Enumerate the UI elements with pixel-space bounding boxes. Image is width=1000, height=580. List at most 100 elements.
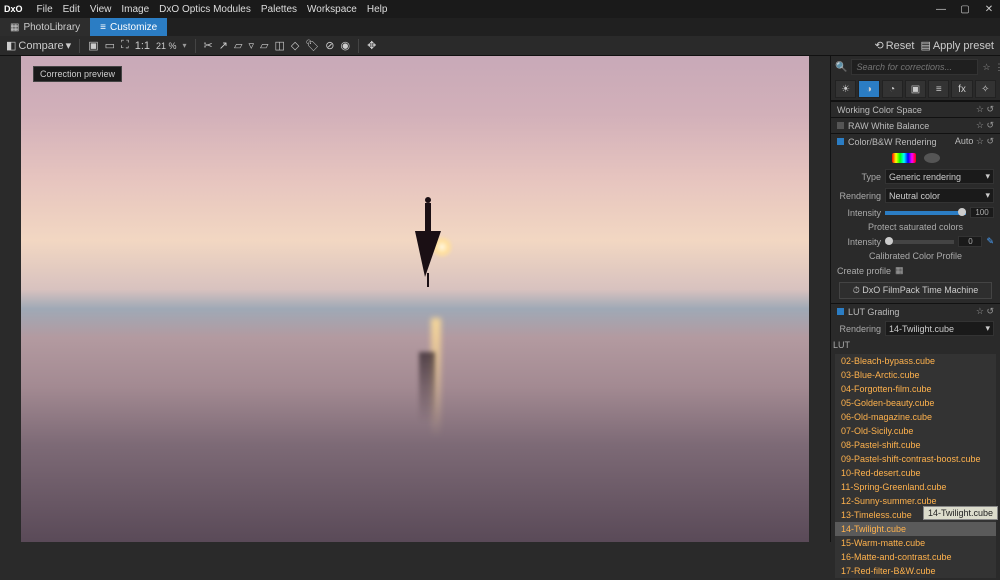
crop-view-icon[interactable]: ⛶ (121, 39, 129, 52)
lut-item[interactable]: 06-Old-magazine.cube (835, 410, 996, 424)
compare-button[interactable]: ◧ Compare ▾ (6, 39, 71, 52)
lut-item[interactable]: 05-Golden-beauty.cube (835, 396, 996, 410)
palette-tab-effects[interactable]: ✧ (975, 80, 996, 98)
eye-tool-icon[interactable]: ◉ (341, 39, 351, 52)
chevron-down-icon: ▾ (985, 190, 990, 201)
star-icon[interactable]: ☆ (982, 62, 990, 73)
rawwb-label: RAW White Balance (848, 121, 929, 131)
reshape-tool-icon[interactable]: ◫ (274, 39, 284, 52)
menu-workspace[interactable]: Workspace (307, 4, 357, 15)
app-logo: DxO (4, 4, 23, 14)
time-machine-button[interactable]: ⏱ DxO FilmPack Time Machine (839, 282, 991, 299)
panel-raw-white-balance: RAW White Balance ☆ ↺ (831, 117, 1000, 133)
picker-tool-icon[interactable]: ↗ (219, 39, 228, 52)
create-profile-label: Create profile (837, 266, 891, 276)
fit-screen-icon[interactable]: ▣ (88, 39, 98, 52)
reset-icon[interactable]: ↺ (986, 104, 994, 114)
lut-rendering-select[interactable]: 14-Twilight.cube▾ (885, 321, 994, 336)
intensity2-slider[interactable] (885, 240, 954, 244)
grid-view-icon[interactable]: ▭ (105, 39, 115, 52)
lut-item[interactable]: 02-Bleach-bypass.cube (835, 354, 996, 368)
tag-tool-icon[interactable]: 🏷 (305, 39, 319, 52)
chevron-down-icon[interactable]: ▾ (183, 41, 187, 50)
palette-tab-watermark[interactable]: fx (951, 80, 972, 98)
intensity-slider[interactable] (885, 211, 966, 215)
lut-item[interactable]: 04-Forgotten-film.cube (835, 382, 996, 396)
palette-tab-geometry[interactable]: ▣ (905, 80, 926, 98)
maximize-icon[interactable]: ▢ (958, 4, 972, 15)
lut-item[interactable]: 08-Pastel-shift.cube (835, 438, 996, 452)
zoom-level[interactable]: 21 % (156, 41, 177, 51)
palette-tab-color[interactable]: ◑ (858, 80, 879, 98)
menu-icon[interactable]: ⋮ (995, 62, 1000, 73)
move-tool-icon[interactable]: ✥ (367, 39, 376, 52)
toggle-on-icon[interactable] (837, 308, 844, 315)
menu-file[interactable]: File (37, 4, 53, 15)
lut-item[interactable]: 10-Red-desert.cube (835, 466, 996, 480)
toggle-on-icon[interactable] (837, 138, 844, 145)
color-mode-swatch[interactable] (892, 153, 916, 163)
minimize-icon[interactable]: — (934, 4, 948, 15)
rendering-select[interactable]: Neutral color▾ (885, 188, 994, 203)
auto-label[interactable]: Auto (955, 136, 974, 146)
reset-icon[interactable]: ↺ (986, 120, 994, 130)
tab-photolibrary[interactable]: ▦ PhotoLibrary (0, 18, 90, 36)
chevron-down-icon: ▾ (985, 323, 990, 334)
bw-mode-swatch[interactable] (924, 153, 940, 163)
palette-tab-light[interactable]: ☀ (835, 80, 856, 98)
palette-tab-detail[interactable]: ◔ (882, 80, 903, 98)
repair-tool-icon[interactable]: ▱ (260, 39, 268, 52)
toolbar: ◧ Compare ▾ ▣ ▭ ⛶ 1:1 21 % ▾ ✂ ↗ ▱ ▿ ▱ ◫… (0, 36, 1000, 56)
panel-lut-grading: LUT Grading ☆ ↺ Rendering 14-Twilight.cu… (831, 303, 1000, 580)
horizon-tool-icon[interactable]: ▱ (234, 39, 242, 52)
protect-saturated-label: Protect saturated colors (868, 222, 963, 232)
search-input[interactable] (851, 59, 978, 75)
lut-item[interactable]: 14-Twilight.cube (835, 522, 996, 536)
close-icon[interactable]: ✕ (982, 4, 996, 15)
lut-list[interactable]: 02-Bleach-bypass.cube03-Blue-Arctic.cube… (835, 354, 996, 578)
lut-item[interactable]: 15-Warm-matte.cube (835, 536, 996, 550)
crop-tool-icon[interactable]: ✂ (204, 39, 213, 52)
local-adj-icon[interactable]: ◇ (291, 39, 299, 52)
create-profile-icon[interactable]: ▦ (895, 265, 904, 276)
type-select[interactable]: Generic rendering▾ (885, 169, 994, 184)
search-icon: 🔍 (835, 62, 847, 73)
zoom-1to1-button[interactable]: 1:1 (135, 40, 150, 52)
compare-label: Compare (18, 40, 63, 52)
lut-rendering-label: Rendering (837, 324, 881, 334)
rendering-label: Rendering (837, 191, 881, 201)
lut-item[interactable]: 17-Red-filter-B&W.cube (835, 564, 996, 578)
right-panel: 🔍 ☆ ⋮ ☀ ◑ ◔ ▣ ≡ fx ✧ Working Color Space… (830, 56, 1000, 542)
intensity-value[interactable]: 100 (970, 207, 994, 218)
menu-image[interactable]: Image (121, 4, 149, 15)
star-icon[interactable]: ☆ (976, 136, 984, 146)
star-icon[interactable]: ☆ (976, 306, 984, 316)
reset-icon[interactable]: ↺ (986, 306, 994, 316)
image-canvas[interactable]: Correction preview (21, 56, 809, 542)
intensity2-label: Intensity (837, 237, 881, 247)
lut-item[interactable]: 11-Spring-Greenland.cube (835, 480, 996, 494)
menu-palettes[interactable]: Palettes (261, 4, 297, 15)
menu-optics[interactable]: DxO Optics Modules (159, 4, 251, 15)
tab-customize[interactable]: ≡ Customize (90, 18, 167, 36)
link-tool-icon[interactable]: ⊘ (325, 39, 334, 52)
menu-edit[interactable]: Edit (63, 4, 80, 15)
palette-tab-local[interactable]: ≡ (928, 80, 949, 98)
lut-item[interactable]: 03-Blue-Arctic.cube (835, 368, 996, 382)
toggle-off-icon[interactable] (837, 122, 844, 129)
wand-icon[interactable]: ✎ (986, 236, 994, 247)
lut-item[interactable]: 07-Old-Sicily.cube (835, 424, 996, 438)
star-icon[interactable]: ☆ (976, 120, 984, 130)
menu-help[interactable]: Help (367, 4, 388, 15)
star-icon[interactable]: ☆ (976, 104, 984, 114)
lut-item[interactable]: 09-Pastel-shift-contrast-boost.cube (835, 452, 996, 466)
perspective-tool-icon[interactable]: ▿ (248, 39, 254, 52)
menu-view[interactable]: View (90, 4, 112, 15)
reset-icon[interactable]: ↺ (986, 136, 994, 146)
type-label: Type (837, 172, 881, 182)
intensity2-value[interactable]: 0 (958, 236, 982, 247)
color-render-title: Color/B&W Rendering (848, 137, 937, 147)
reset-button[interactable]: ⟲ Reset (874, 39, 914, 52)
apply-preset-button[interactable]: ▤ Apply preset (920, 39, 994, 52)
lut-item[interactable]: 16-Matte-and-contrast.cube (835, 550, 996, 564)
